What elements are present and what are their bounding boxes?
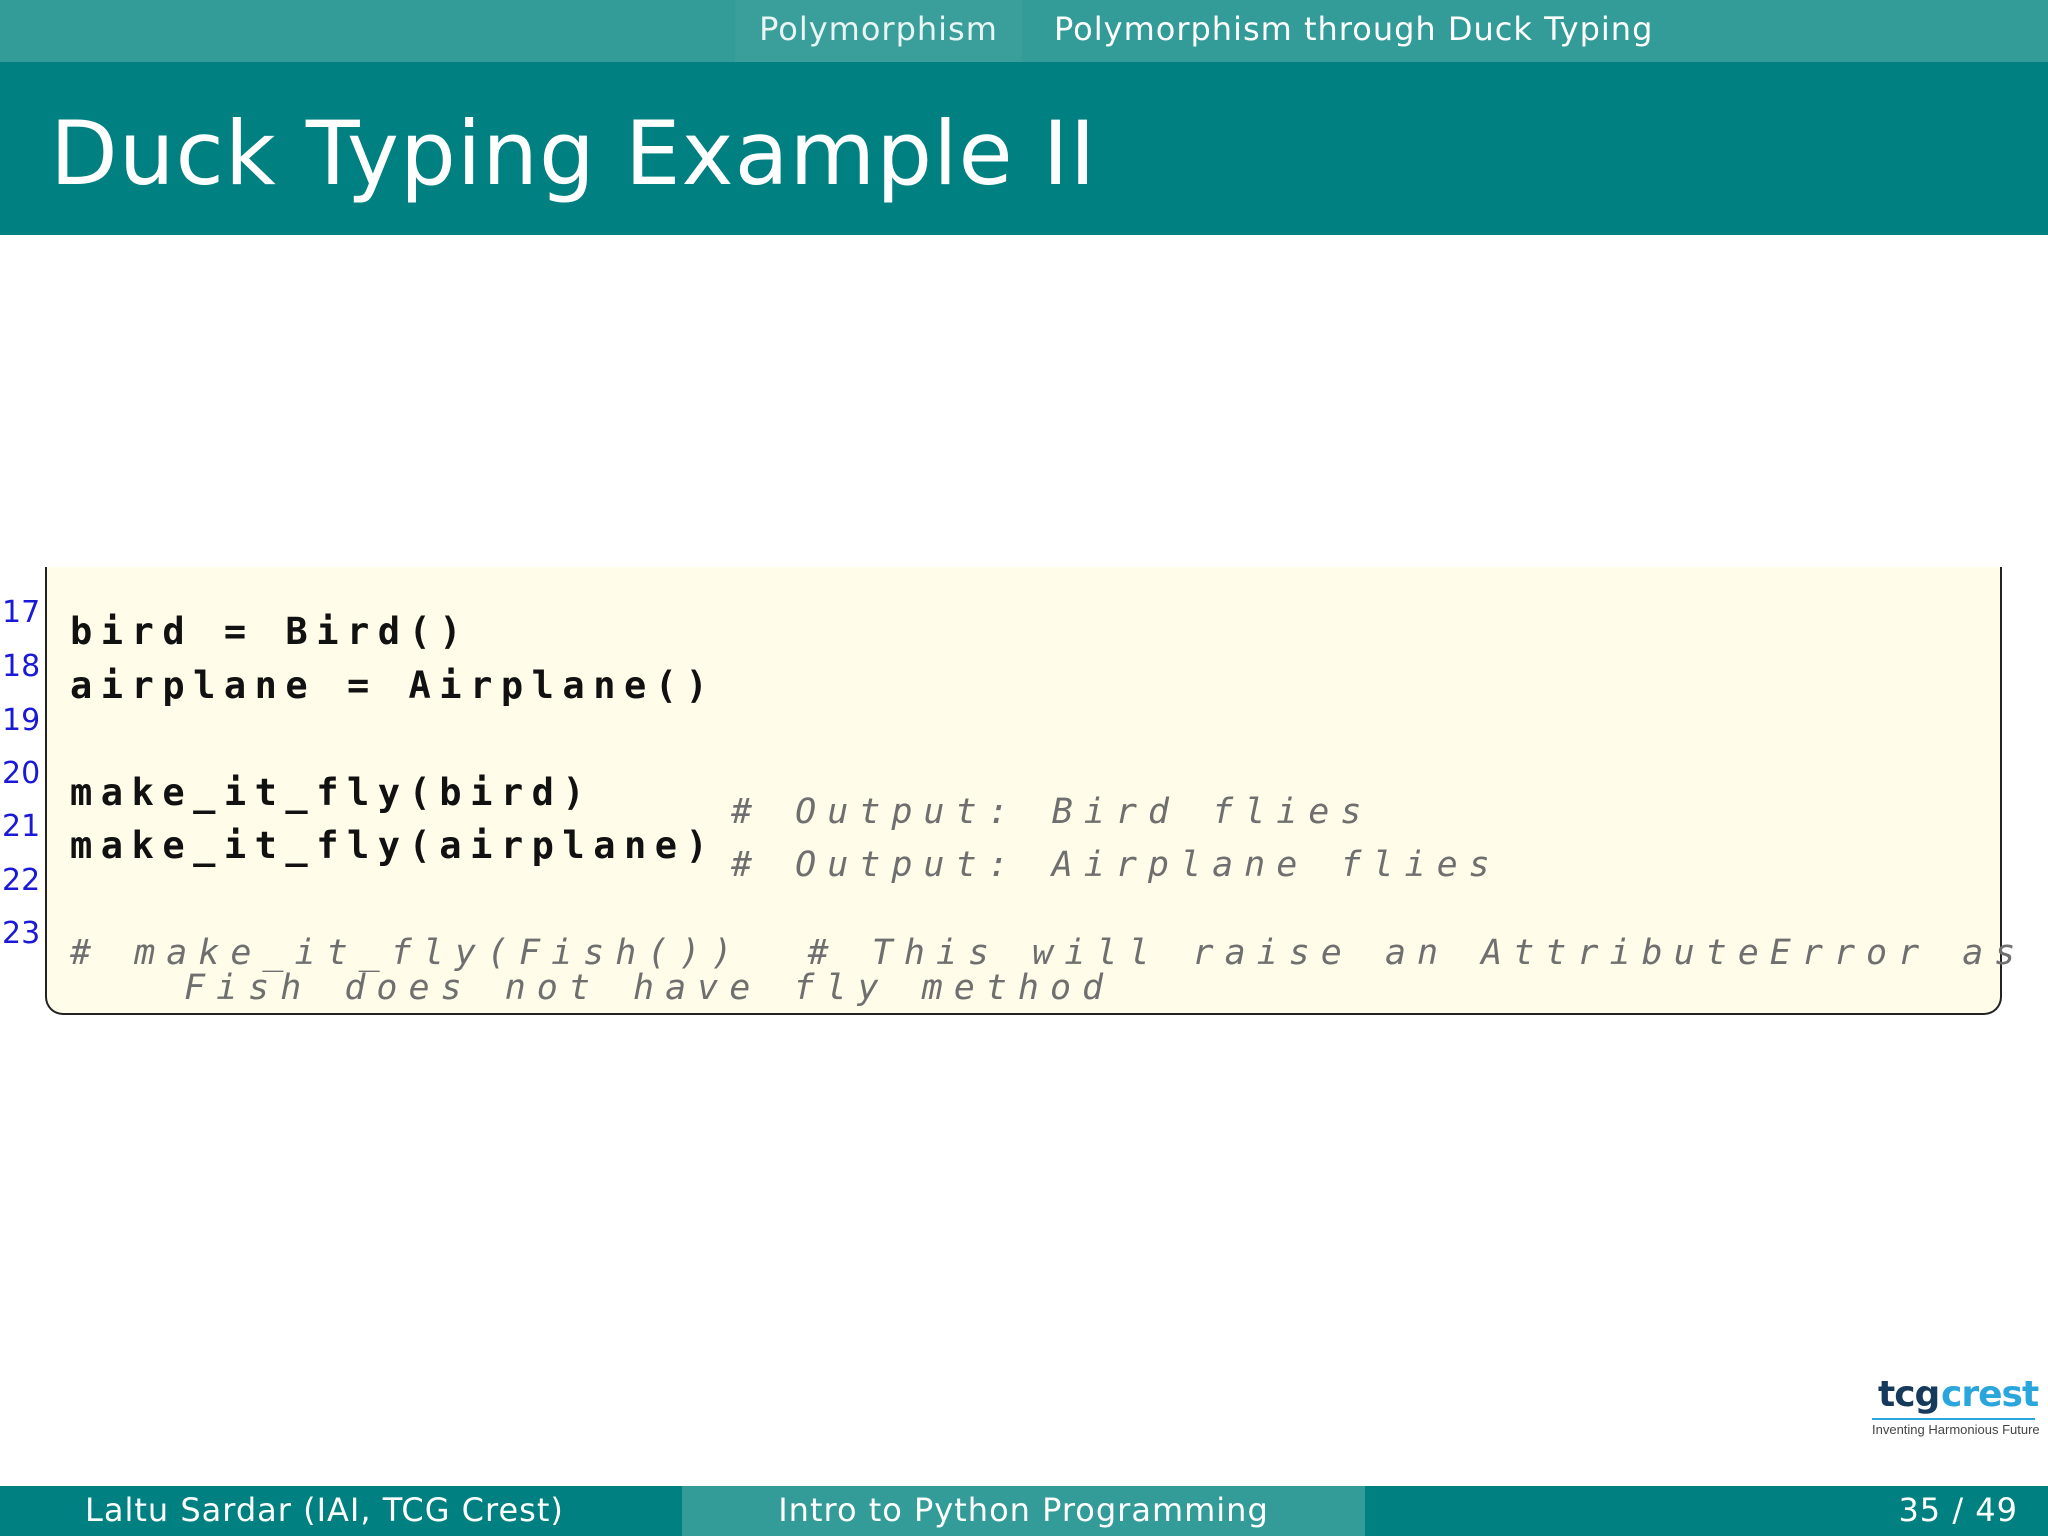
tcg-crest-logo: tcg crest Inventing Harmonious Future — [1870, 1374, 2040, 1440]
code-text: airplane = Airplane() — [70, 664, 717, 707]
slide-title: Duck Typing Example II — [50, 102, 1097, 205]
code-comment-continuation: Fish does not have fly method — [184, 968, 1115, 1008]
code-line: 18 airplane = Airplane() — [2, 621, 708, 707]
code-line: 19 — [2, 675, 78, 738]
logo-text-crest: crest — [1941, 1374, 2039, 1415]
line-number: 17 — [2, 595, 41, 630]
section-navigation-bar: Polymorphism Polymorphism through Duck T… — [0, 0, 2048, 62]
line-number: 22 — [2, 863, 41, 898]
nav-subsection-duck-typing[interactable]: Polymorphism through Duck Typing — [1054, 0, 1653, 62]
code-line: 22 — [2, 835, 78, 898]
code-line: 17 bird = Bird() — [2, 567, 462, 653]
logo-tagline: Inventing Harmonious Future — [1872, 1422, 2040, 1437]
footer-page-number: 35 / 49 — [1365, 1486, 2048, 1536]
nav-section-polymorphism[interactable]: Polymorphism — [735, 0, 1022, 62]
line-number: 23 — [2, 916, 41, 951]
code-line: 20 make_it_fly(bird) # Output: Bird flie… — [2, 728, 1361, 832]
code-comment: # Output: Bird flies — [731, 792, 1373, 832]
title-bar: Duck Typing Example II — [0, 62, 2048, 235]
slide: Polymorphism Polymorphism through Duck T… — [0, 0, 2048, 1536]
logo-divider — [1872, 1418, 2035, 1420]
code-text: make_it_fly(bird) — [70, 771, 594, 814]
code-text: make_it_fly(airplane) — [70, 824, 717, 867]
code-line: 21 make_it_fly(airplane) # Output: Airpl… — [2, 781, 1490, 885]
code-comment: # Output: Airplane flies — [731, 845, 1501, 885]
footer-course-title: Intro to Python Programming — [682, 1486, 1365, 1536]
line-number: 18 — [2, 649, 41, 684]
footer-bar: Laltu Sardar (IAI, TCG Crest) Intro to P… — [0, 1486, 2048, 1536]
logo-text-tcg: tcg — [1878, 1374, 1940, 1415]
line-number: 19 — [2, 703, 41, 738]
code-text: bird = Bird() — [70, 610, 471, 653]
footer-author: Laltu Sardar (IAI, TCG Crest) — [0, 1486, 682, 1536]
line-number: 21 — [2, 809, 41, 844]
code-line: 23 # make_it_fly(Fish()) # This will rai… — [2, 888, 2015, 973]
code-listing: 17 bird = Bird() 18 airplane = Airplane(… — [2, 567, 2015, 1015]
code-continuation-line: Fish does not have fly method — [47, 942, 1103, 1008]
line-number: 20 — [2, 756, 41, 791]
